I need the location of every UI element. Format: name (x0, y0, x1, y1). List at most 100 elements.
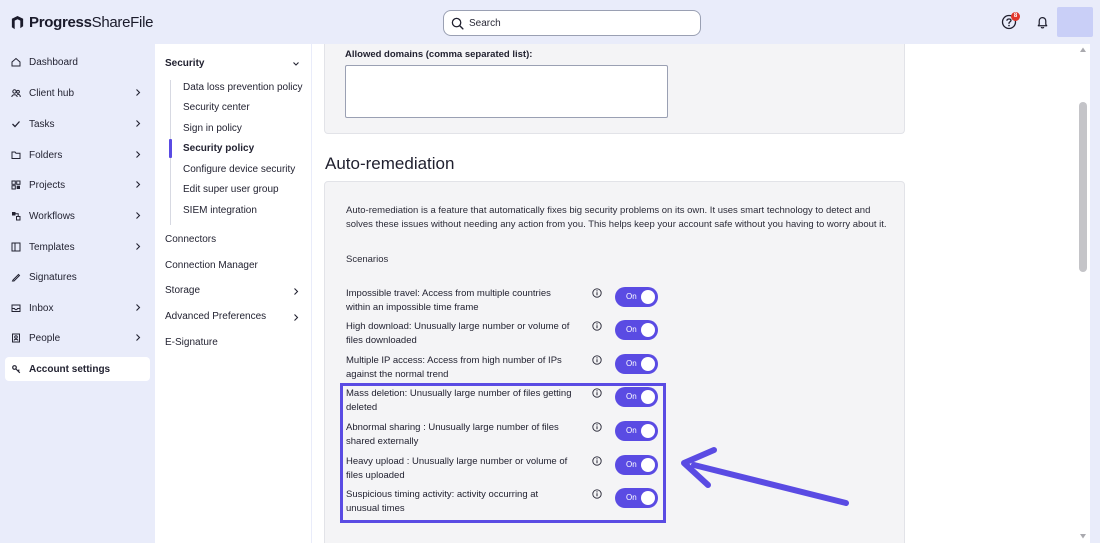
scenario-row-impossible-travel: Impossible travel: Access from multiple … (346, 287, 676, 317)
info-icon[interactable] (592, 288, 602, 298)
toggle-suspicious-timing[interactable]: On (615, 488, 658, 508)
user-avatar[interactable] (1057, 7, 1093, 37)
annotation-arrow (681, 447, 849, 506)
subnav-section-security[interactable]: Security (165, 58, 204, 69)
toggle-knob (641, 357, 655, 371)
chevron-down-icon[interactable] (292, 60, 300, 68)
subnav-item-sign-in-policy[interactable]: Sign in policy (183, 122, 242, 136)
sidebar-item-inbox[interactable]: Inbox (5, 296, 150, 320)
sidebar-item-label: Templates (29, 241, 75, 253)
chevron-right-icon (136, 243, 141, 250)
toggle-label: On (626, 292, 637, 301)
toggle-heavy-upload[interactable]: On (615, 455, 658, 475)
subnav-item-advanced-preferences[interactable]: Advanced Preferences (165, 310, 266, 324)
scenario-row-multiple-ip-access: Multiple IP access: Access from high num… (346, 354, 676, 384)
sidebar-item-folders[interactable]: Folders (5, 143, 150, 167)
logo-text-light: ShareFile (91, 13, 154, 31)
toggle-knob (641, 290, 655, 304)
sidebar-item-templates[interactable]: Templates (5, 235, 150, 259)
subnav-item-security-center[interactable]: Security center (183, 101, 250, 115)
sidebar-item-signatures[interactable]: Signatures (5, 265, 150, 289)
sidebar-item-people[interactable]: People (5, 326, 150, 350)
toggle-label: On (626, 359, 637, 368)
chevron-right-icon (136, 334, 141, 341)
check-icon (10, 119, 21, 130)
bell-icon[interactable] (1035, 14, 1050, 30)
allowed-domains-panel: Allowed domains (comma separated list): (324, 44, 905, 134)
people-icon (10, 333, 21, 344)
users-icon (10, 88, 21, 99)
scenario-text: Multiple IP access: Access from high num… (346, 355, 562, 380)
signature-icon (10, 272, 21, 283)
chevron-right-icon (136, 304, 141, 311)
subnav-item-data-loss-prevention[interactable]: Data loss prevention policy (183, 81, 303, 95)
toggle-label: On (626, 493, 637, 502)
help-badge-count: 8 (1011, 12, 1020, 21)
info-icon[interactable] (592, 321, 602, 331)
info-icon[interactable] (592, 422, 602, 432)
chevron-right-icon (136, 120, 141, 127)
sidebar-item-label: Inbox (29, 302, 54, 314)
allowed-domains-input[interactable] (345, 65, 668, 118)
search-box[interactable] (443, 10, 701, 36)
logo-mark-icon (11, 15, 24, 29)
toggle-label: On (626, 325, 637, 334)
search-input[interactable] (469, 17, 689, 29)
folder-icon (10, 150, 21, 161)
toggle-knob (641, 458, 655, 472)
sidebar-item-client-hub[interactable]: Client hub (5, 81, 150, 105)
scenario-row-abnormal-sharing: Abnormal sharing : Unusually large numbe… (346, 421, 676, 451)
toggle-impossible-travel[interactable]: On (615, 287, 658, 307)
toggle-knob (641, 390, 655, 404)
left-sidebar: Dashboard Client hub Tasks Folders Proje… (0, 44, 154, 543)
sidebar-item-workflows[interactable]: Workflows (5, 204, 150, 228)
info-icon[interactable] (592, 456, 602, 466)
sidebar-item-projects[interactable]: Projects (5, 173, 150, 197)
info-icon[interactable] (592, 388, 602, 398)
subnav-item-edit-super-user-group[interactable]: Edit super user group (183, 183, 279, 197)
scenario-row-suspicious-timing: Suspicious timing activity: activity occ… (346, 488, 676, 518)
toggle-mass-deletion[interactable]: On (615, 387, 658, 407)
progress-sharefile-logo[interactable]: ProgressShareFile (10, 12, 153, 32)
subnav-item-configure-device-security[interactable]: Configure device security (183, 163, 295, 177)
search-icon (451, 17, 464, 30)
sidebar-item-label: People (29, 332, 61, 344)
info-icon[interactable] (592, 355, 602, 365)
toggle-knob (641, 323, 655, 337)
template-icon (10, 242, 21, 253)
toggle-label: On (626, 460, 637, 469)
subnav-item-connection-manager[interactable]: Connection Manager (165, 259, 258, 273)
subnav-item-siem-integration[interactable]: SIEM integration (183, 204, 257, 218)
sidebar-item-label: Account settings (29, 363, 111, 375)
scroll-down-arrow-icon[interactable] (1079, 533, 1087, 540)
scenario-text: Impossible travel: Access from multiple … (346, 288, 551, 313)
toggle-multiple-ip-access[interactable]: On (615, 354, 658, 374)
top-bar: ProgressShareFile 8 (0, 0, 1100, 44)
projects-icon (10, 180, 21, 191)
logo-text-bold: Progress (29, 13, 92, 31)
scrollbar-thumb[interactable] (1079, 102, 1087, 272)
scenario-row-mass-deletion: Mass deletion: Unusually large number of… (346, 387, 676, 417)
scenario-row-heavy-upload: Heavy upload : Unusually large number or… (346, 455, 676, 485)
chevron-right-icon (294, 288, 299, 295)
sidebar-item-account-settings[interactable]: Account settings (5, 357, 150, 381)
scroll-up-arrow-icon[interactable] (1079, 46, 1087, 53)
subnav-item-connectors[interactable]: Connectors (165, 233, 216, 247)
chevron-right-icon (136, 151, 141, 158)
inbox-icon (10, 303, 21, 314)
sidebar-item-dashboard[interactable]: Dashboard (5, 50, 150, 74)
auto-remediation-description: Auto-remediation is a feature that autom… (346, 205, 887, 230)
chevron-right-icon (136, 212, 141, 219)
section-title-auto-remediation: Auto-remediation (325, 154, 455, 173)
subnav-item-e-signature[interactable]: E-Signature (165, 336, 218, 350)
toggle-abnormal-sharing[interactable]: On (615, 421, 658, 441)
sidebar-item-tasks[interactable]: Tasks (5, 112, 150, 136)
info-icon[interactable] (592, 489, 602, 499)
settings-icon (10, 364, 21, 375)
subnav-item-security-policy[interactable]: Security policy (183, 142, 254, 156)
subnav-item-storage[interactable]: Storage (165, 284, 200, 298)
subnav-active-indicator (169, 139, 172, 158)
toggle-high-download[interactable]: On (615, 320, 658, 340)
right-edge (1090, 44, 1100, 543)
allowed-domains-label: Allowed domains (comma separated list): (345, 49, 533, 60)
